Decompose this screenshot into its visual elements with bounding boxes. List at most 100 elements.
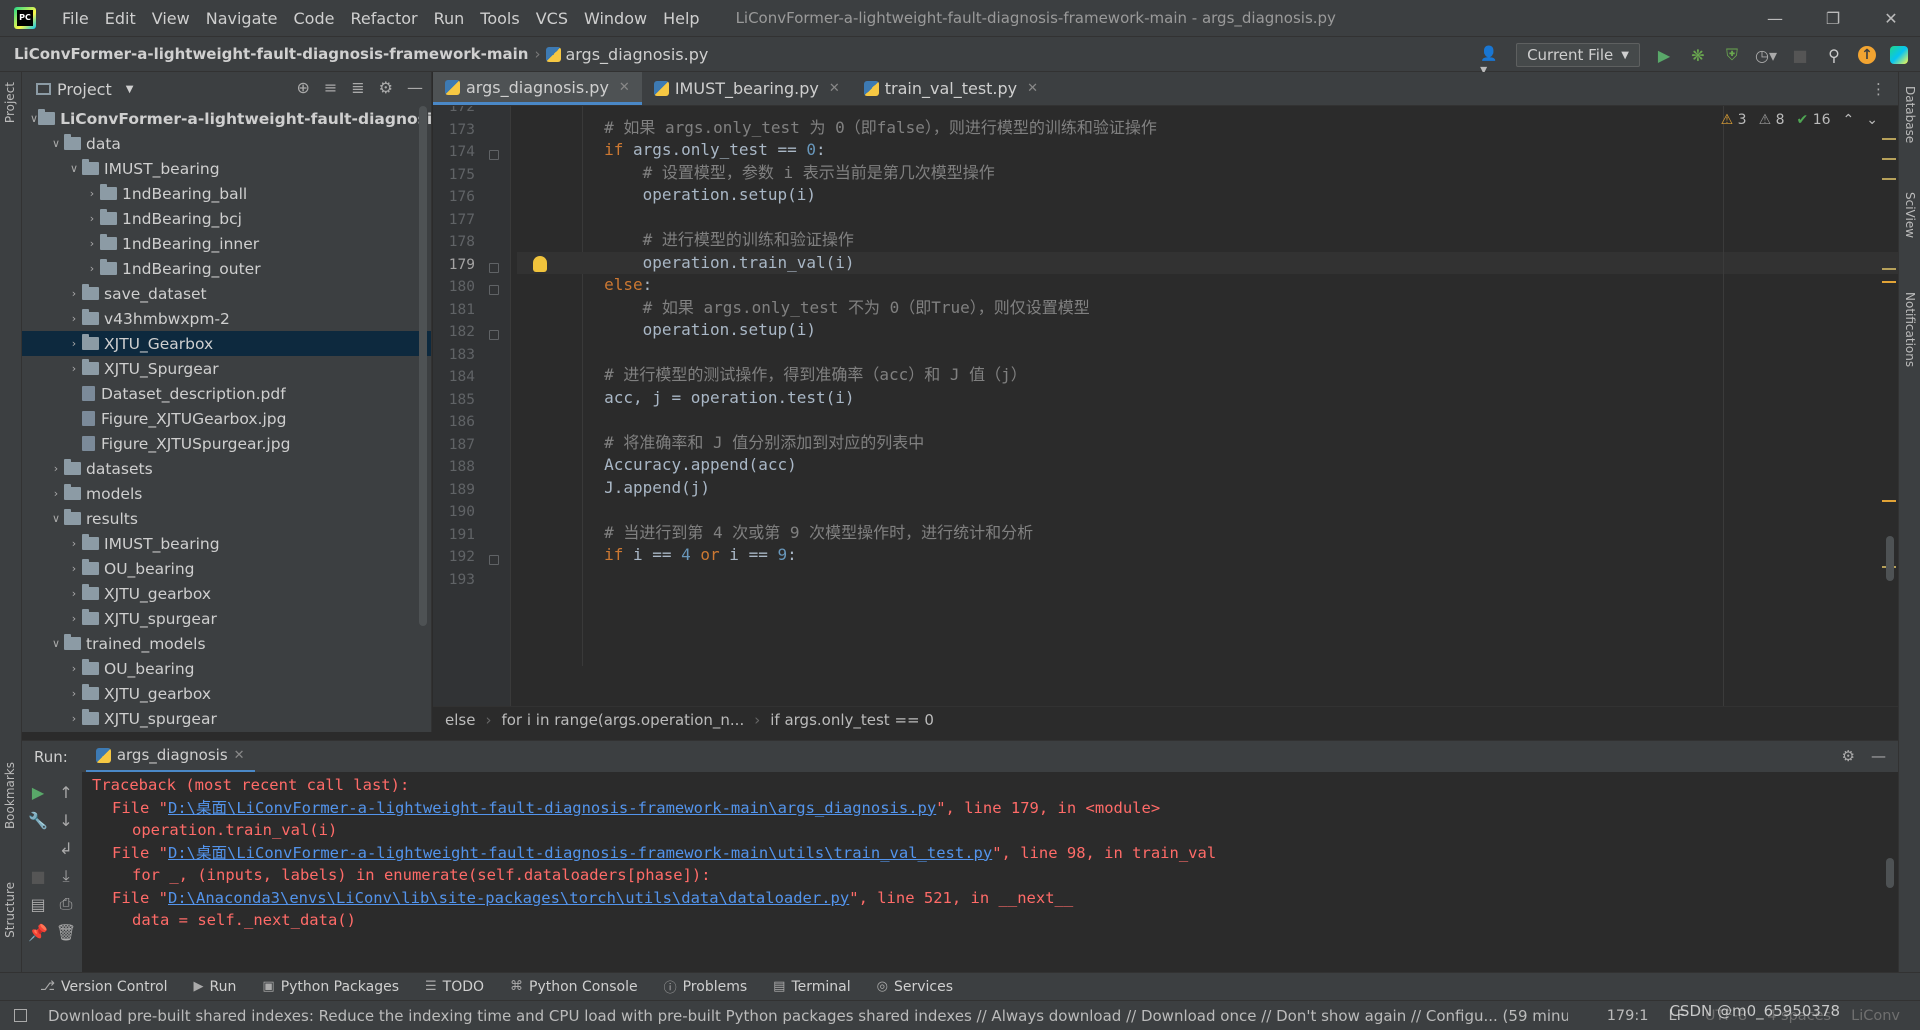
warning-count[interactable]: ⚠ 8: [1759, 112, 1785, 128]
chevron-right-icon[interactable]: ›: [84, 237, 100, 250]
tree-file[interactable]: Figure_XJTUGearbox.jpg: [22, 406, 431, 431]
chevron-down-icon[interactable]: ∨: [48, 137, 64, 150]
code-line[interactable]: operation.setup(i): [517, 184, 1898, 207]
console-file-link[interactable]: D:\Anaconda3\envs\LiConv\lib\site-packag…: [168, 889, 849, 907]
code-line[interactable]: [517, 409, 1898, 432]
down-arrow-icon[interactable]: ↓: [56, 810, 76, 830]
tree-folder[interactable]: ∨ IMUST_bearing: [22, 156, 431, 181]
stop-icon[interactable]: ■: [1790, 45, 1810, 65]
tree-folder[interactable]: › XJTU_spurgear: [22, 706, 431, 731]
chevron-right-icon[interactable]: ›: [66, 687, 82, 700]
menu-vcs[interactable]: VCS: [528, 9, 576, 28]
editor-tab[interactable]: train_val_test.py ✕: [852, 72, 1050, 105]
tree-folder[interactable]: ∨ results: [22, 506, 431, 531]
gear-icon[interactable]: ⚙: [1842, 747, 1855, 765]
user-icon[interactable]: 👤▾: [1480, 46, 1502, 78]
console-file-link[interactable]: D:\桌面\LiConvFormer-a-lightweight-fault-d…: [168, 799, 936, 817]
run-icon[interactable]: ▶: [1654, 45, 1674, 65]
editor-breadcrumb[interactable]: else: [445, 711, 475, 729]
menu-tools[interactable]: Tools: [472, 9, 527, 28]
run-tab[interactable]: args_diagnosis ✕: [85, 741, 255, 773]
code-line[interactable]: # 如果 args.only_test 为 0（即false），则进行模型的训练…: [517, 117, 1898, 140]
tree-folder[interactable]: › save_dataset: [22, 281, 431, 306]
code-line[interactable]: acc, j = operation.test(i): [517, 387, 1898, 410]
tool-tab-services[interactable]: ◎ Services: [877, 979, 953, 995]
chevron-right-icon[interactable]: ›: [66, 337, 82, 350]
editor-breadcrumb[interactable]: if args.only_test == 0: [770, 711, 934, 729]
tree-folder[interactable]: › IMUST_bearing: [22, 531, 431, 556]
ok-count[interactable]: ✔ 16: [1797, 112, 1831, 128]
inspection-widget[interactable]: ⚠ 3 ⚠ 8 ✔ 16 ⌃ ⌄: [1721, 112, 1878, 128]
chevron-right-icon[interactable]: ›: [66, 287, 82, 300]
status-message[interactable]: Download pre-built shared indexes: Reduc…: [48, 1007, 1568, 1025]
chevron-down-icon[interactable]: ∨: [48, 512, 64, 525]
chevron-right-icon[interactable]: ›: [66, 537, 82, 550]
chevron-right-icon[interactable]: ›: [48, 462, 64, 475]
tree-folder[interactable]: › datasets: [22, 456, 431, 481]
pin-icon[interactable]: 📌: [28, 922, 48, 942]
close-icon[interactable]: ✕: [829, 81, 840, 96]
chevron-down-icon[interactable]: ∨: [66, 162, 82, 175]
tree-folder[interactable]: › v43hmbwxpm-2: [22, 306, 431, 331]
scroll-to-end-icon[interactable]: ⤓: [56, 866, 76, 886]
tool-tab-problems[interactable]: ⓘ Problems: [664, 977, 748, 997]
code-line[interactable]: # 如果 args.only_test 不为 0（即True），则仅设置模型: [517, 297, 1898, 320]
close-icon[interactable]: ✕: [1027, 81, 1038, 96]
tree-folder[interactable]: › 1ndBearing_bcj: [22, 206, 431, 231]
tree-folder[interactable]: › OU_bearing: [22, 556, 431, 581]
code-line[interactable]: operation.train_val(i): [517, 251, 1898, 274]
tree-folder[interactable]: › OU_bearing: [22, 656, 431, 681]
database-tool-tab[interactable]: Database: [1903, 86, 1917, 143]
tree-folder[interactable]: › 1ndBearing_ball: [22, 181, 431, 206]
fold-marker-icon[interactable]: [489, 555, 499, 565]
lightbulb-icon[interactable]: [533, 255, 547, 272]
tree-file[interactable]: Dataset_description.pdf: [22, 381, 431, 406]
code-line[interactable]: if i == 4 or i == 9:: [517, 544, 1898, 567]
console-scrollbar[interactable]: [1886, 858, 1894, 888]
breadcrumb-project[interactable]: LiConvFormer-a-lightweight-fault-diagnos…: [14, 45, 528, 63]
chevron-right-icon[interactable]: ›: [66, 562, 82, 575]
tree-folder[interactable]: ∨ trained_models: [22, 631, 431, 656]
minimize-icon[interactable]: —: [1746, 0, 1804, 36]
tree-folder[interactable]: › XJTU_Gearbox: [22, 331, 431, 356]
menu-edit[interactable]: Edit: [97, 9, 144, 28]
chevron-right-icon[interactable]: ›: [66, 312, 82, 325]
code-area[interactable]: # 如果 args.only_test 为 0（即false），则进行模型的训练…: [517, 106, 1898, 706]
editor-scrollbar[interactable]: [1886, 536, 1894, 581]
tree-folder[interactable]: › XJTU_spurgear: [22, 606, 431, 631]
menu-view[interactable]: View: [144, 9, 198, 28]
tool-tab-todo[interactable]: ☰ TODO: [425, 979, 484, 995]
close-icon[interactable]: ✕: [234, 748, 245, 763]
chevron-right-icon[interactable]: ›: [84, 187, 100, 200]
jetbrains-toolbox-icon[interactable]: [1890, 46, 1908, 64]
code-line[interactable]: else:: [517, 274, 1898, 297]
search-icon[interactable]: ⚲: [1824, 45, 1844, 65]
tree-folder[interactable]: ∨ data: [22, 131, 431, 156]
soft-wrap-icon[interactable]: ↲: [56, 838, 76, 858]
trash-icon[interactable]: 🗑: [56, 922, 76, 942]
code-line[interactable]: [517, 567, 1898, 590]
tool-tab-python-packages[interactable]: ▣ Python Packages: [262, 979, 399, 995]
tree-folder[interactable]: › XJTU_gearbox: [22, 581, 431, 606]
run-console[interactable]: Traceback (most recent call last): File "…: [82, 772, 1898, 972]
chevron-down-icon[interactable]: ▼: [126, 84, 134, 95]
fold-marker-icon[interactable]: [489, 150, 499, 160]
tree-folder[interactable]: › 1ndBearing_outer: [22, 256, 431, 281]
tree-folder[interactable]: › XJTU_Spurgear: [22, 356, 431, 381]
tree-folder[interactable]: › XJTU_gearbox: [22, 681, 431, 706]
tree-folder[interactable]: ∨ LiConvFormer-a-lightweight-fault-diagno…: [22, 106, 431, 131]
project-panel-title[interactable]: Project: [57, 80, 112, 99]
structure-tool-tab[interactable]: Structure: [3, 882, 17, 938]
tree-file[interactable]: Figure_XJTUSpurgear.jpg: [22, 431, 431, 456]
editor-tab[interactable]: args_diagnosis.py ✕: [433, 72, 642, 105]
restore-icon[interactable]: ❐: [1804, 0, 1862, 36]
collapse-all-icon[interactable]: ≣: [351, 78, 364, 97]
menu-run[interactable]: Run: [426, 9, 473, 28]
code-line[interactable]: [517, 106, 1898, 117]
code-line[interactable]: # 进行模型的训练和验证操作: [517, 229, 1898, 252]
code-editor[interactable]: 172 173 174 175 176 177 178 179 180 181 182 183 184 1…: [433, 106, 1898, 706]
code-line[interactable]: if args.only_test == 0:: [517, 139, 1898, 162]
wrench-icon[interactable]: 🔧: [28, 810, 48, 830]
chevron-down-icon[interactable]: ∨: [30, 112, 38, 125]
hide-icon[interactable]: —: [1871, 747, 1886, 765]
